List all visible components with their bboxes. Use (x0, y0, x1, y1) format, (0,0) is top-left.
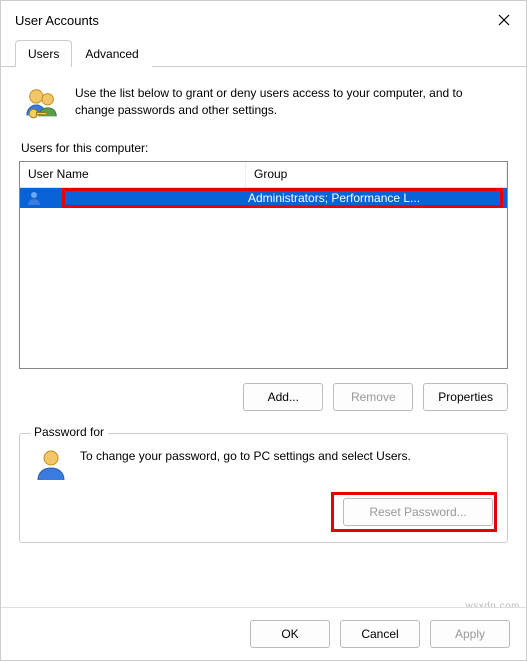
column-username[interactable]: User Name (20, 162, 246, 187)
list-row[interactable]: Administrators; Performance L... (20, 188, 507, 208)
cancel-button[interactable]: Cancel (340, 620, 420, 648)
add-button[interactable]: Add... (243, 383, 323, 411)
list-buttons: Add... Remove Properties (19, 383, 508, 411)
titlebar: User Accounts (1, 1, 526, 39)
list-header: User Name Group (20, 162, 507, 188)
tab-panel-users: Use the list below to grant or deny user… (1, 67, 526, 557)
tab-advanced[interactable]: Advanced (72, 40, 151, 67)
users-list-label: Users for this computer: (21, 141, 508, 155)
password-group: Password for To change your password, go… (19, 433, 508, 543)
intro-block: Use the list below to grant or deny user… (19, 85, 508, 123)
reset-password-button[interactable]: Reset Password... (343, 498, 493, 526)
column-group[interactable]: Group (246, 162, 507, 187)
tab-bar: Users Advanced (1, 39, 526, 67)
close-button[interactable] (494, 10, 514, 30)
user-accounts-window: User Accounts Users Advanced Use the lis… (0, 0, 527, 661)
tab-users[interactable]: Users (15, 40, 72, 67)
password-text: To change your password, go to PC settin… (80, 448, 411, 482)
password-user-icon (34, 448, 68, 482)
window-title: User Accounts (15, 13, 99, 28)
ok-button[interactable]: OK (250, 620, 330, 648)
apply-button[interactable]: Apply (430, 620, 510, 648)
dialog-footer: OK Cancel Apply (1, 607, 526, 660)
row-group: Administrators; Performance L... (246, 191, 507, 205)
users-list[interactable]: User Name Group Administrators; Performa… (19, 161, 508, 369)
close-icon (498, 14, 510, 26)
remove-button[interactable]: Remove (333, 383, 413, 411)
user-icon (26, 190, 42, 206)
properties-button[interactable]: Properties (423, 383, 508, 411)
users-icon (23, 85, 61, 123)
password-legend: Password for (30, 425, 108, 439)
intro-text: Use the list below to grant or deny user… (75, 85, 504, 123)
